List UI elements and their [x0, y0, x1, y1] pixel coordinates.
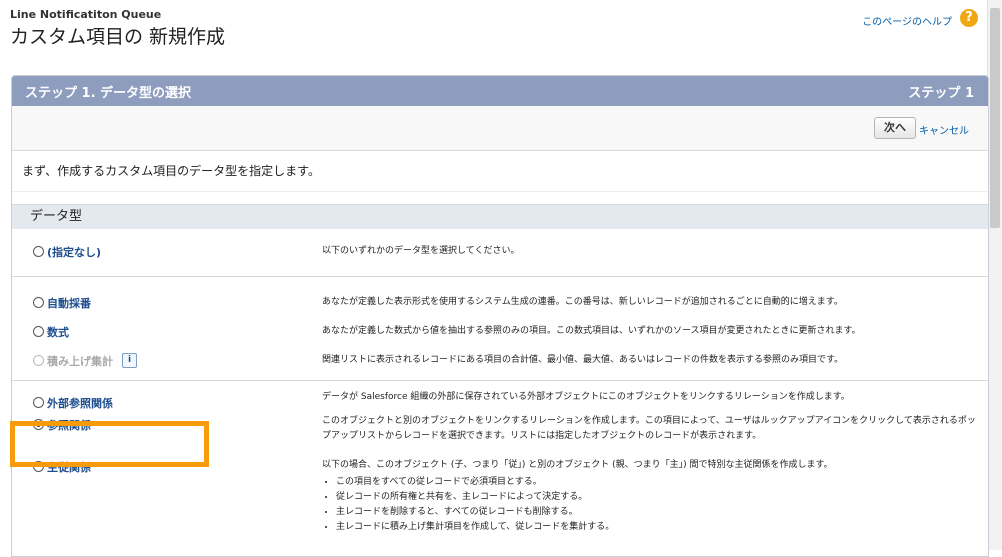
bullet-item: 主レコードに積み上げ集計項目を作成して、従レコードを集計する。 — [336, 520, 977, 535]
option-autonumber-desc: あなたが定義した表示形式を使用するシステム生成の連番。この番号は、新しいレコード… — [322, 297, 843, 307]
section-title: データ型 — [12, 204, 988, 229]
highlight-box — [10, 421, 209, 467]
radio-autonumber[interactable] — [33, 297, 44, 308]
spacer — [12, 192, 988, 204]
step-panel: ステップ 1. データ型の選択 ステップ 1 次へ キャンセル まず、作成するカ… — [11, 75, 989, 557]
option-none-desc: 以下のいずれかのデータ型を選択してください。 — [322, 246, 520, 256]
step-header: ステップ 1. データ型の選択 ステップ 1 — [12, 76, 988, 106]
help-icon[interactable]: ? — [960, 9, 978, 27]
option-master-desc: 以下の場合、このオブジェクト (子、つまり「従」) と別のオブジェクト (親、つ… — [322, 458, 977, 535]
option-group-calculated: 自動採番 あなたが定義した表示形式を使用するシステム生成の連番。この番号は、新し… — [12, 277, 988, 381]
radio-formula[interactable] — [33, 326, 44, 337]
vertical-scrollbar[interactable] — [987, 0, 1002, 550]
option-row-none: (指定なし) 以下のいずれかのデータ型を選択してください。 — [12, 237, 988, 266]
button-row: 次へ キャンセル — [12, 106, 988, 151]
option-external-desc: データが Salesforce 組織の外部に保存されている外部オブジェクトにこの… — [322, 392, 850, 402]
cancel-link[interactable]: キャンセル — [919, 122, 969, 137]
option-formula[interactable]: 数式 — [33, 317, 69, 346]
object-label: Line Notificatiton Queue — [10, 8, 162, 21]
option-autonumber-label: 自動採番 — [47, 296, 91, 310]
scrollbar-thumb[interactable] — [990, 8, 1000, 228]
option-master-desc-text: 以下の場合、このオブジェクト (子、つまり「従」) と別のオブジェクト (親、つ… — [322, 460, 833, 470]
radio-external[interactable] — [33, 397, 44, 408]
help-link[interactable]: このページのヘルプ — [862, 13, 952, 28]
step-label: ステップ 1 — [908, 85, 974, 101]
option-autonumber[interactable]: 自動採番 — [33, 288, 91, 317]
option-external-label: 外部参照関係 — [47, 396, 113, 410]
option-none[interactable]: (指定なし) — [33, 237, 101, 266]
option-rollup-label: 積み上げ集計 — [47, 354, 113, 368]
option-row-master: 主従関係 以下の場合、このオブジェクト (子、つまり「従」) と別のオブジェクト… — [12, 458, 988, 556]
option-group-relationship: 外部参照関係 データが Salesforce 組織の外部に保存されている外部オブ… — [12, 381, 988, 556]
radio-rollup — [33, 355, 44, 366]
radio-none[interactable] — [33, 246, 44, 257]
bullet-item: 従レコードの所有権と共有を、主レコードによって決定する。 — [336, 490, 977, 505]
option-formula-desc: あなたが定義した数式から値を抽出する参照のみの項目。この数式項目は、いずれかのソ… — [322, 326, 861, 336]
option-none-label: (指定なし) — [47, 245, 102, 259]
option-group-none: (指定なし) 以下のいずれかのデータ型を選択してください。 — [12, 229, 988, 277]
info-icon[interactable]: i — [122, 353, 137, 368]
option-rollup-desc: 関連リストに表示されるレコードにある項目の合計値、最小値、最大値、あるいはレコー… — [322, 355, 844, 365]
option-row-formula: 数式 あなたが定義した数式から値を抽出する参照のみの項目。この数式項目は、いずれ… — [12, 317, 988, 346]
step-title: ステップ 1. データ型の選択 — [25, 85, 192, 101]
option-row-autonumber: 自動採番 あなたが定義した表示形式を使用するシステム生成の連番。この番号は、新し… — [12, 288, 988, 317]
page-header: Line Notificatiton Queue カスタム項目の 新規作成 この… — [0, 0, 988, 60]
option-row-rollup: 積み上げ集計 i 関連リストに表示されるレコードにある項目の合計値、最小値、最大… — [12, 346, 988, 375]
option-formula-label: 数式 — [47, 325, 69, 339]
next-button[interactable]: 次へ — [874, 117, 916, 139]
master-bullets: この項目をすべての従レコードで必須項目とする。 従レコードの所有権と共有を、主レ… — [336, 475, 977, 535]
bullet-item: この項目をすべての従レコードで必須項目とする。 — [336, 475, 977, 490]
option-lookup-desc: このオブジェクトと別のオブジェクトをリンクするリレーションを作成します。この項目… — [322, 416, 976, 441]
intro-text: まず、作成するカスタム項目のデータ型を指定します。 — [12, 151, 988, 192]
page-title: カスタム項目の 新規作成 — [10, 26, 226, 48]
option-rollup: 積み上げ集計 i — [33, 346, 137, 375]
bullet-item: 主レコードを削除すると、すべての従レコードも削除する。 — [336, 505, 977, 520]
